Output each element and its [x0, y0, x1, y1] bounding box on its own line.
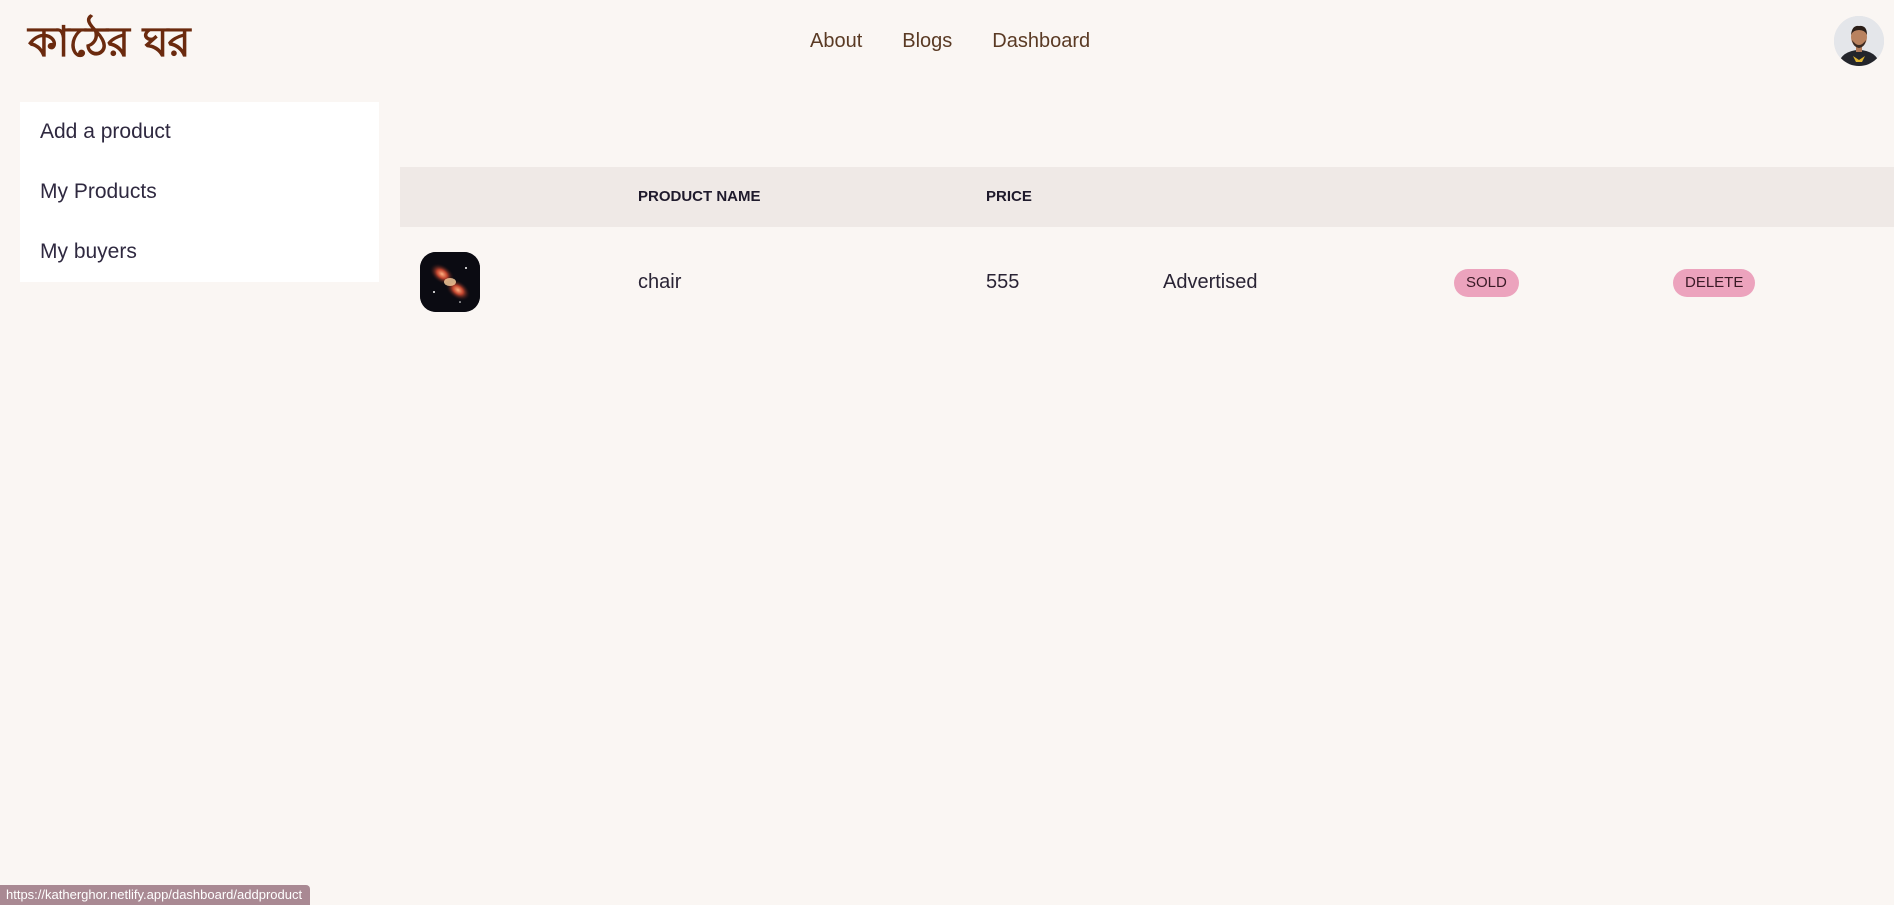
browser-status-url: https://katherghor.netlify.app/dashboard… [0, 885, 311, 905]
dashboard-sidebar: Add a product My Products My buyers [20, 102, 379, 282]
products-table: Product Name Price c [400, 167, 1894, 337]
user-avatar[interactable] [1834, 16, 1884, 66]
table-row: chair 555 Advertised SOLD DELETE [400, 227, 1894, 337]
sidebar-item-my-buyers[interactable]: My buyers [20, 222, 379, 282]
sold-button[interactable]: SOLD [1454, 269, 1519, 297]
product-thumbnail [420, 252, 480, 312]
header-price: Price [986, 188, 1032, 205]
product-image-icon [420, 252, 480, 312]
avatar-icon [1834, 16, 1884, 66]
nav-link-blogs[interactable]: Blogs [882, 24, 972, 59]
cell-product-name: chair [638, 271, 682, 293]
table-header: Product Name Price [400, 167, 1894, 227]
sidebar-item-add-product[interactable]: Add a product [20, 102, 379, 162]
cell-status: Advertised [1163, 271, 1258, 293]
nav-links: About Blogs Dashboard [790, 24, 1110, 59]
sidebar-item-my-products[interactable]: My Products [20, 162, 379, 222]
delete-button[interactable]: DELETE [1673, 269, 1756, 297]
navbar: কাঠের ঘর About Blogs Dashboard [0, 0, 1894, 84]
nav-link-about[interactable]: About [790, 24, 882, 59]
brand-logo[interactable]: কাঠের ঘর [28, 16, 191, 68]
header-product-name: Product Name [638, 188, 761, 205]
cell-price: 555 [986, 271, 1020, 293]
nav-link-dashboard[interactable]: Dashboard [972, 24, 1110, 59]
